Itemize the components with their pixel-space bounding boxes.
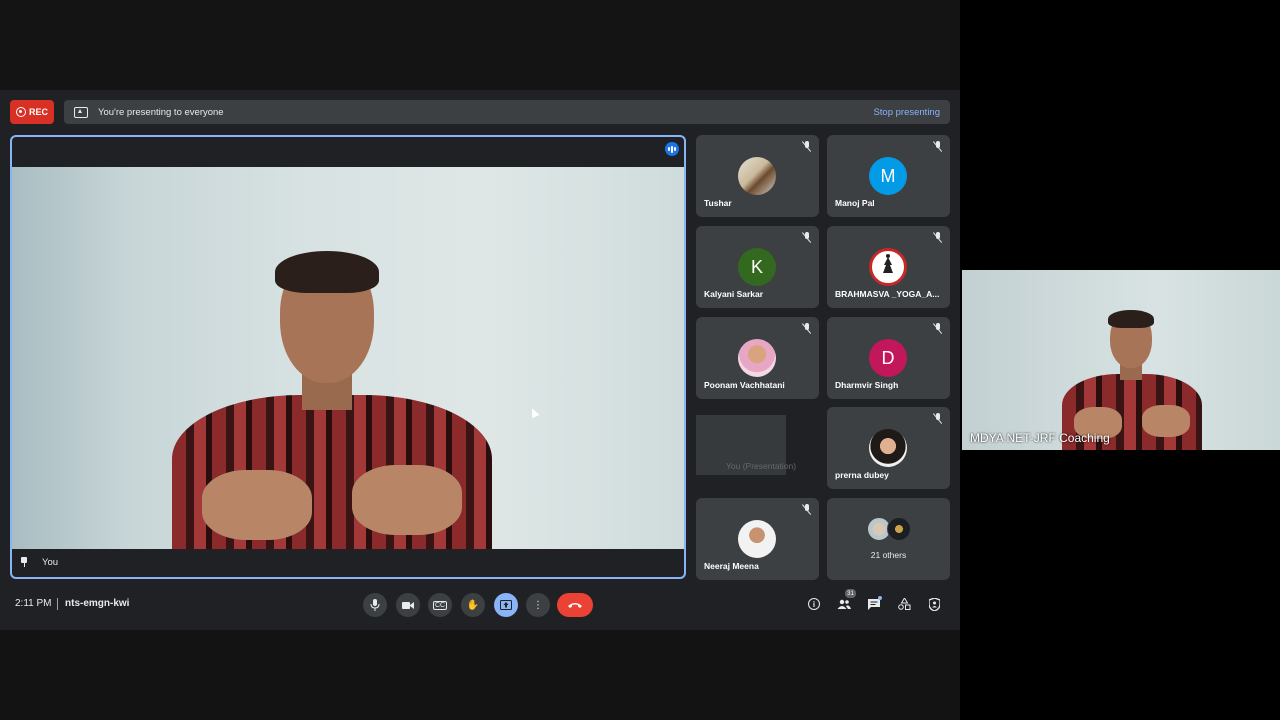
activities-icon <box>897 598 910 610</box>
mic-off-icon <box>933 141 942 152</box>
pin-icon[interactable] <box>20 557 28 567</box>
participant-photo <box>869 429 907 467</box>
captions-icon: CC <box>432 600 448 610</box>
meeting-info-button[interactable]: i <box>806 596 822 612</box>
participant-tile-brahmasva-yoga[interactable]: BRAHMASVA _YOGA_A... <box>827 226 950 308</box>
speaking-indicator-icon <box>665 142 679 156</box>
participant-tile-neeraj-meena[interactable]: Neeraj Meena <box>696 498 819 580</box>
mic-button[interactable] <box>363 593 387 617</box>
captions-button[interactable]: CC <box>428 593 452 617</box>
participant-name: BRAHMASVA _YOGA_A... <box>835 289 940 299</box>
raise-hand-button[interactable]: ✋ <box>461 593 485 617</box>
participant-name: Neeraj Meena <box>704 561 759 571</box>
presenter-figure <box>162 251 502 549</box>
recording-label: REC <box>28 107 48 117</box>
meet-window: REC You're presenting to everyone Stop p… <box>0 0 960 720</box>
record-icon <box>15 107 26 117</box>
participant-tile-dharmvir-singh[interactable]: D Dharmvir Singh <box>827 317 950 399</box>
people-button[interactable] <box>836 596 852 612</box>
mic-off-icon <box>802 504 811 515</box>
participant-name: Manoj Pal <box>835 198 875 208</box>
present-to-all-icon <box>74 106 88 118</box>
mic-off-icon <box>933 232 942 243</box>
present-icon <box>500 600 512 610</box>
meeting-clock: 2:11 PM <box>15 598 52 609</box>
info-icon: i <box>808 598 820 610</box>
participant-name: Dharmvir Singh <box>835 380 899 390</box>
participant-photo <box>738 520 776 558</box>
camera-icon <box>402 601 414 609</box>
main-tile-name: You <box>42 556 59 568</box>
present-button[interactable] <box>494 593 518 617</box>
main-video-tile[interactable]: You <box>10 135 686 579</box>
mic-off-icon <box>802 323 811 334</box>
raise-hand-icon: ✋ <box>466 599 480 611</box>
others-count-label: 21 others <box>870 550 907 560</box>
participant-count-badge: 31 <box>845 589 856 598</box>
meeting-code: nts-emgn-kwi <box>65 598 130 609</box>
participant-tile-kalyani-sarkar[interactable]: K Kalyani Sarkar <box>696 226 819 308</box>
participant-tile-others[interactable]: 21 others <box>827 498 950 580</box>
screen: REC You're presenting to everyone Stop p… <box>0 0 1280 720</box>
recording-badge[interactable]: REC <box>10 100 54 124</box>
stop-presenting-button[interactable]: Stop presenting <box>873 107 940 118</box>
participant-letter-avatar: M <box>869 157 907 195</box>
participant-letter-avatar: K <box>738 248 776 286</box>
participant-letter-avatar: D <box>869 339 907 377</box>
presenting-banner: You're presenting to everyone Stop prese… <box>64 100 950 124</box>
chat-notification-dot <box>878 596 882 600</box>
participant-photo <box>738 157 776 195</box>
main-tile-footer: You <box>12 547 684 577</box>
participant-name: prerna dubey <box>835 470 889 480</box>
participant-tile-poonam-vachhatani[interactable]: Poonam Vachhatani <box>696 317 819 399</box>
mic-icon <box>370 599 380 611</box>
others-avatar-2 <box>887 517 911 541</box>
participant-tile-presentation[interactable]: You (Presentation) <box>696 407 819 489</box>
pip-channel-label: MDYA NET-JRF Coaching <box>970 431 1110 445</box>
participant-tile-manoj-pal[interactable]: M Manoj Pal <box>827 135 950 217</box>
more-options-button[interactable]: ⋮ <box>526 593 550 617</box>
participant-tile-tushar[interactable]: Tushar <box>696 135 819 217</box>
yoga-logo-icon <box>869 248 907 286</box>
pip-presenter-figure <box>1062 310 1202 450</box>
picture-in-picture-video[interactable]: MDYA NET-JRF Coaching <box>962 270 1280 450</box>
participant-tile-prerna-dubey[interactable]: prerna dubey <box>827 407 950 489</box>
more-icon: ⋮ <box>533 599 543 611</box>
divider <box>57 598 58 610</box>
participant-name: You (Presentation) <box>726 461 797 471</box>
participant-name: Kalyani Sarkar <box>704 289 764 299</box>
end-call-icon <box>568 602 582 608</box>
end-call-button[interactable] <box>557 593 593 617</box>
mic-off-icon <box>933 413 942 424</box>
shield-icon <box>928 597 940 611</box>
mic-off-icon <box>802 141 811 152</box>
participant-name: Poonam Vachhatani <box>704 380 785 390</box>
camera-feed <box>12 167 684 549</box>
host-controls-button[interactable] <box>926 596 942 612</box>
chat-icon <box>868 598 880 610</box>
people-icon <box>837 599 851 609</box>
mic-off-icon <box>933 323 942 334</box>
participant-name: Tushar <box>704 198 732 208</box>
mic-off-icon <box>802 232 811 243</box>
activities-button[interactable] <box>896 596 912 612</box>
bottom-margin <box>0 630 960 720</box>
camera-button[interactable] <box>396 593 420 617</box>
top-margin <box>0 0 960 90</box>
participant-photo <box>738 339 776 377</box>
presenting-text: You're presenting to everyone <box>98 106 224 118</box>
